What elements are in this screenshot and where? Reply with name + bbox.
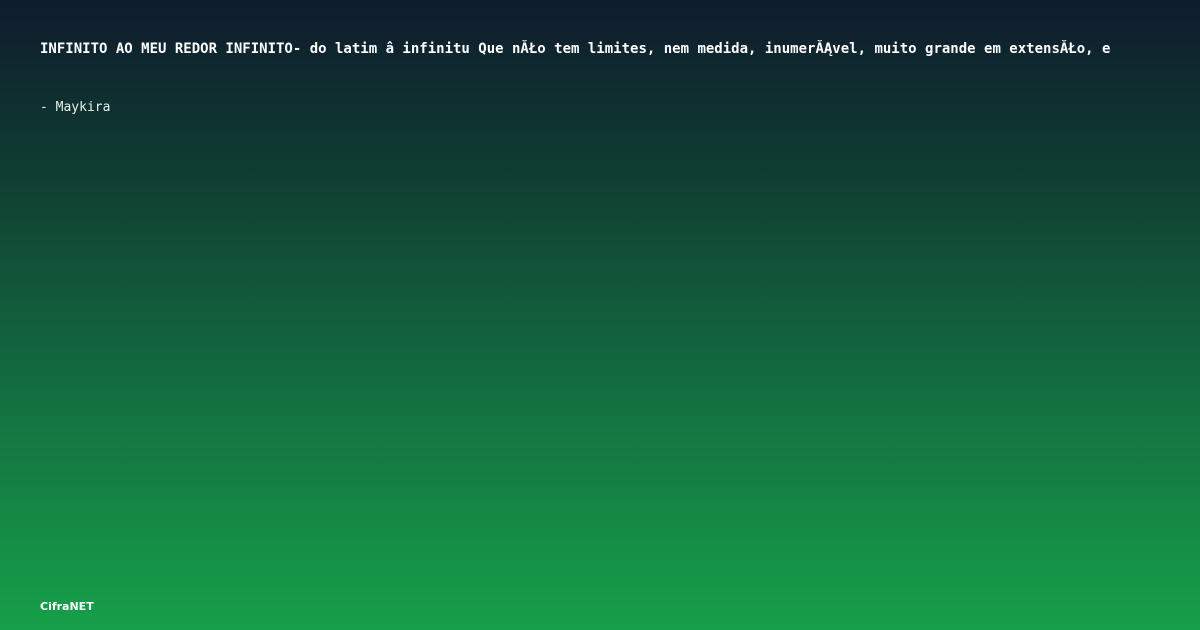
brand-logo-text: CifraNET xyxy=(40,600,94,613)
author-credit: - Maykira xyxy=(40,100,111,115)
lyric-text: INFINITO AO MEU REDOR INFINITO- do latim… xyxy=(40,41,1111,57)
share-card: INFINITO AO MEU REDOR INFINITO- do latim… xyxy=(0,0,1200,630)
